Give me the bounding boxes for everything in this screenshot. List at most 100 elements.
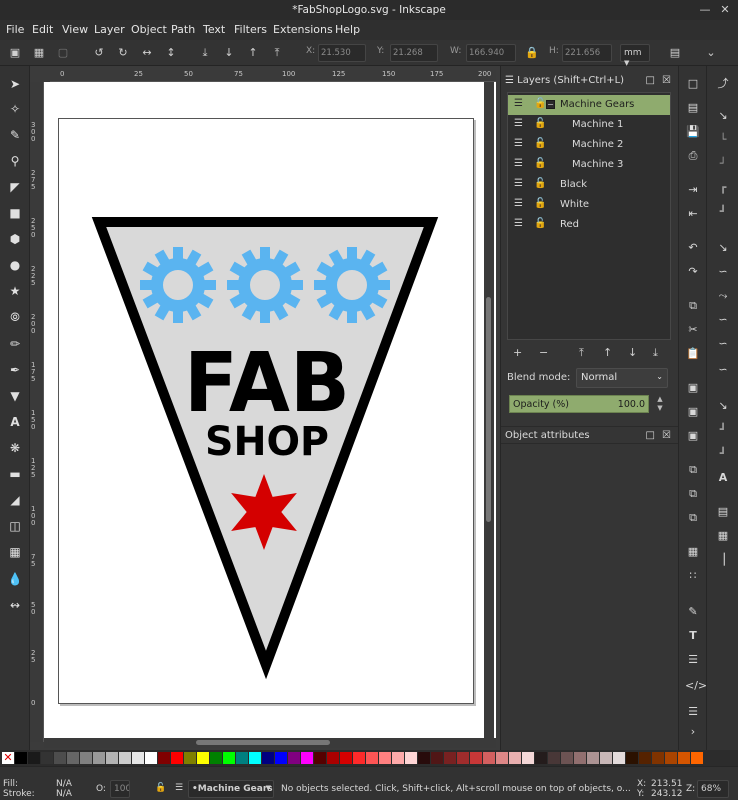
color-swatch[interactable] — [67, 752, 79, 764]
logo-text-fab[interactable]: FAB — [184, 336, 350, 431]
text-tool-icon[interactable]: A — [7, 414, 23, 430]
connector-tool-icon[interactable]: ↭ — [7, 597, 23, 613]
logo-text-shop[interactable]: SHOP — [205, 419, 329, 465]
snap-guide-icon[interactable]: ⎥ — [715, 552, 731, 568]
xml-editor-icon[interactable]: </> — [685, 678, 707, 694]
layer-row-machine-1[interactable]: ☰ 🔓 Machine 1 — [508, 115, 670, 135]
menu-edit[interactable]: Edit — [32, 23, 53, 36]
scroll-thumb[interactable] — [486, 297, 491, 522]
node-tool-icon[interactable]: ✧ — [7, 101, 23, 117]
panel-close-icon[interactable]: ☒ — [662, 430, 671, 441]
more-icon[interactable]: ⌄ — [704, 46, 718, 60]
ellipse-tool-icon[interactable]: ● — [7, 257, 23, 273]
paste-icon[interactable]: 📋 — [685, 346, 701, 362]
layer-row-machine-3[interactable]: ☰ 🔓 Machine 3 — [508, 155, 670, 175]
color-swatch[interactable] — [223, 752, 235, 764]
lock-icon[interactable]: 🔓 — [534, 218, 546, 229]
rotate-cw-icon[interactable]: ↻ — [116, 46, 130, 60]
cut-icon[interactable]: ✂ — [685, 322, 701, 338]
panel-float-icon[interactable]: □ — [646, 75, 655, 86]
ungroup-icon[interactable]: ∷ — [685, 568, 701, 584]
lock-icon[interactable]: 🔓 — [534, 138, 546, 149]
color-swatch[interactable] — [197, 752, 209, 764]
color-swatch[interactable] — [314, 752, 326, 764]
new-document-icon[interactable]: □ — [685, 76, 701, 92]
y-field[interactable]: 21.268 — [390, 44, 438, 62]
snap-page-border-icon[interactable]: ▤ — [715, 504, 731, 520]
color-swatch[interactable] — [106, 752, 118, 764]
star-tool-icon[interactable]: ★ — [7, 283, 23, 299]
no-paint-swatch[interactable]: ✕ — [2, 752, 14, 764]
menu-extensions[interactable]: Extensions — [273, 23, 333, 36]
chevron-right-icon[interactable]: › — [685, 724, 701, 740]
lock-ratio-icon[interactable]: 🔒 — [525, 46, 539, 60]
snap-intersections-icon[interactable]: ⤳ — [715, 288, 731, 304]
lock-icon[interactable]: 🔓 — [534, 118, 546, 129]
layer-row-machine-gears[interactable]: ☰ 🔓 − Machine Gears — [508, 95, 670, 115]
color-swatch[interactable] — [275, 752, 287, 764]
tweak-tool-icon[interactable]: ✎ — [7, 127, 23, 143]
align-icon[interactable]: ☰ — [685, 704, 701, 720]
color-swatch[interactable] — [93, 752, 105, 764]
minimize-icon[interactable]: — — [698, 3, 712, 17]
lower-icon[interactable]: ↓ — [222, 46, 236, 60]
transform-options-icon[interactable]: ▤ — [668, 46, 682, 60]
layer-row-red[interactable]: ☰ 🔓 Red — [508, 215, 670, 235]
flip-horizontal-icon[interactable]: ↔ — [140, 46, 154, 60]
color-swatch[interactable] — [639, 752, 651, 764]
zoom-drawing-icon[interactable]: ▣ — [685, 404, 701, 420]
horizontal-scrollbar[interactable] — [44, 738, 496, 748]
color-swatch[interactable] — [431, 752, 443, 764]
lock-icon[interactable]: 🔓 — [534, 178, 546, 189]
snap-toggle-icon[interactable]: ⤴ — [715, 76, 731, 92]
add-layer-icon[interactable]: + — [513, 346, 522, 359]
color-swatch[interactable] — [262, 752, 274, 764]
w-field[interactable]: 166.940 — [466, 44, 516, 62]
spray-tool-icon[interactable]: ❋ — [7, 440, 23, 456]
visibility-icon[interactable]: ☰ — [514, 178, 523, 189]
zoom-page-icon[interactable]: ▣ — [685, 428, 701, 444]
menu-view[interactable]: View — [62, 23, 88, 36]
flip-vertical-icon[interactable]: ↕ — [164, 46, 178, 60]
fill-stroke-icon[interactable]: ✎ — [685, 604, 701, 620]
snap-bbox-edges-icon[interactable]: └ — [715, 132, 731, 148]
color-swatch[interactable] — [522, 752, 534, 764]
visibility-icon[interactable]: ☰ — [514, 158, 523, 169]
color-swatch[interactable] — [405, 752, 417, 764]
snap-nodes-icon[interactable]: ↘ — [715, 240, 731, 256]
panel-close-icon[interactable]: ☒ — [662, 75, 671, 86]
color-swatch[interactable] — [509, 752, 521, 764]
clone-icon[interactable]: ⧉ — [685, 486, 701, 502]
snap-paths-icon[interactable]: ∽ — [715, 264, 731, 280]
layer-visibility-icon[interactable]: ☰ — [175, 783, 183, 793]
selector-tool-icon[interactable]: ➤ — [7, 76, 23, 92]
h-field[interactable]: 221.656 — [562, 44, 612, 62]
snap-cusp-icon[interactable]: ∽ — [715, 312, 731, 328]
deselect-icon[interactable]: ▢ — [56, 46, 70, 60]
rotate-ccw-icon[interactable]: ↺ — [92, 46, 106, 60]
color-swatch[interactable] — [236, 752, 248, 764]
color-swatch[interactable] — [535, 752, 547, 764]
measure-tool-icon[interactable]: ◤ — [7, 179, 23, 195]
layer-lower-icon[interactable]: ↓ — [628, 346, 637, 359]
3d-box-tool-icon[interactable]: ⬢ — [7, 231, 23, 247]
menu-path[interactable]: Path — [171, 23, 195, 36]
current-layer-select[interactable]: •Machine Gears ▼ — [188, 780, 274, 798]
color-swatch[interactable] — [41, 752, 53, 764]
dropper-tool-icon[interactable]: 💧 — [7, 571, 23, 587]
redo-icon[interactable]: ↷ — [685, 264, 701, 280]
rectangle-tool-icon[interactable]: ■ — [7, 205, 23, 221]
color-swatch[interactable] — [457, 752, 469, 764]
snap-grid-icon[interactable]: ▦ — [715, 528, 731, 544]
color-swatch[interactable] — [301, 752, 313, 764]
group-icon[interactable]: ▦ — [685, 544, 701, 560]
layer-raise-icon[interactable]: ↑ — [603, 346, 612, 359]
layer-row-white[interactable]: ☰ 🔓 White — [508, 195, 670, 215]
color-swatch[interactable] — [379, 752, 391, 764]
color-swatch[interactable] — [418, 752, 430, 764]
layer-to-bottom-icon[interactable]: ⤓ — [653, 346, 658, 360]
color-swatch[interactable] — [626, 752, 638, 764]
menu-text[interactable]: Text — [203, 23, 225, 36]
panel-float-icon[interactable]: □ — [646, 430, 655, 441]
lock-icon[interactable]: 🔓 — [534, 98, 546, 109]
